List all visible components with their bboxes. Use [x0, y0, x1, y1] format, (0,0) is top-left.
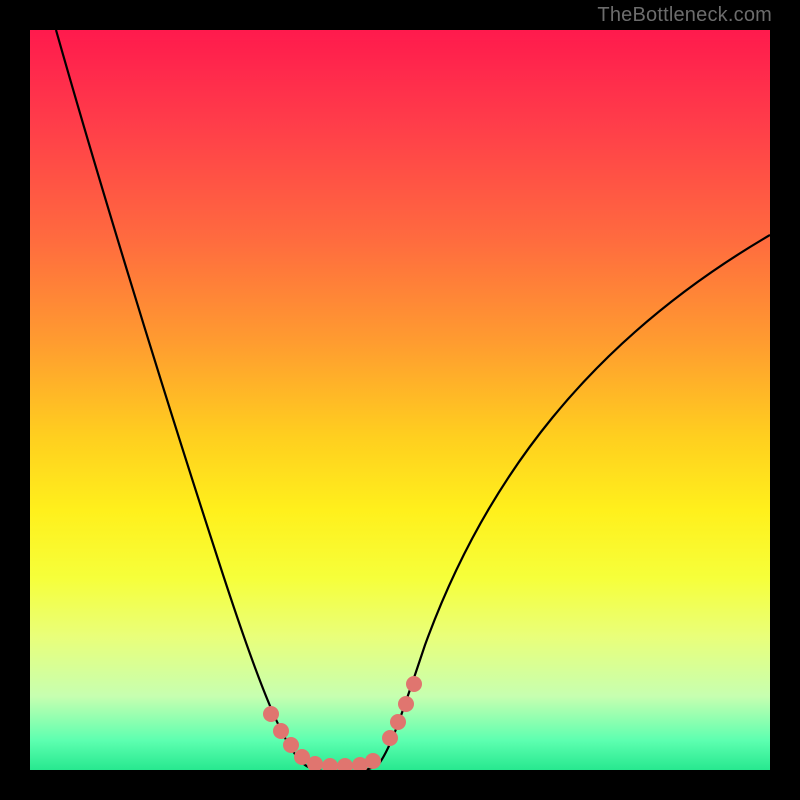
- bottleneck-curve: [56, 30, 770, 770]
- bottleneck-curve-svg: [30, 30, 770, 770]
- plot-area: [30, 30, 770, 770]
- chart-frame: TheBottleneck.com: [0, 0, 800, 800]
- highlight-dots-left: [263, 706, 381, 770]
- watermark-text: TheBottleneck.com: [597, 4, 772, 27]
